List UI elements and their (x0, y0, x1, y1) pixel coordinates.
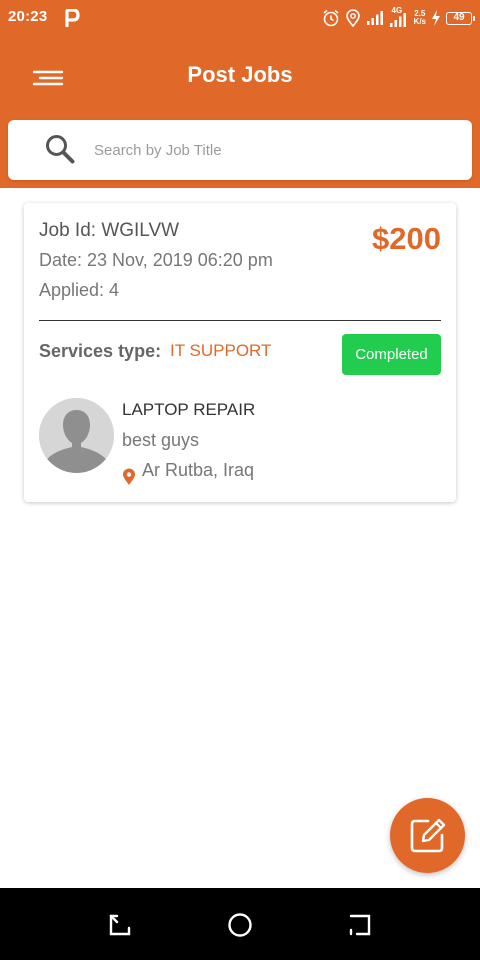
location-pin-icon (123, 468, 135, 485)
home-icon (228, 913, 252, 937)
divider (39, 320, 441, 321)
search-icon (46, 135, 75, 164)
nav-home-button[interactable] (227, 912, 253, 938)
app-notification-icon (65, 9, 80, 27)
signal-icon (366, 11, 383, 25)
job-date: Date: 23 Nov, 2019 06:20 pm (39, 250, 273, 270)
recents-icon (349, 914, 371, 936)
net-speed: 2.5 K/s (414, 10, 426, 26)
system-nav-bar (0, 888, 480, 960)
status-time: 20:23 (8, 8, 48, 25)
charging-icon (432, 10, 440, 26)
edit-icon (410, 818, 446, 853)
post-job-button[interactable] (390, 798, 465, 873)
battery-icon: 49 (446, 11, 475, 25)
services-type-value: IT SUPPORT (170, 341, 272, 360)
job-applied-count: Applied: 4 (39, 280, 120, 300)
search-input[interactable] (94, 128, 454, 172)
alarm-icon (323, 9, 339, 27)
services-type-label: Services type: (39, 341, 162, 361)
net-speed-unit: K/s (413, 17, 426, 26)
back-icon (109, 914, 131, 936)
signal-4g-icon: 4G (389, 6, 409, 28)
job-description: best guys (122, 430, 200, 450)
app-bar: Post Jobs (0, 36, 480, 188)
job-price: $200 (372, 221, 441, 256)
status-badge: Completed (342, 334, 441, 375)
job-name: LAPTOP REPAIR (122, 400, 256, 419)
page-title: Post Jobs (187, 62, 293, 87)
search-bar[interactable] (8, 120, 472, 180)
job-id: Job Id: WGILVW (39, 220, 180, 241)
nav-recents-button[interactable] (347, 912, 373, 938)
job-card[interactable]: Job Id: WGILVW Date: 23 Nov, 2019 06:20 … (24, 203, 456, 502)
status-icons: 4G 2.5 K/s 49 (322, 6, 475, 29)
user-avatar-icon (39, 398, 114, 473)
nav-back-button[interactable] (107, 912, 133, 938)
location-status-icon (345, 9, 360, 27)
avatar (39, 398, 114, 473)
status-bar: 20:23 4G 2.5 K/s 49 (0, 0, 480, 36)
job-location: Ar Rutba, Iraq (142, 460, 255, 480)
